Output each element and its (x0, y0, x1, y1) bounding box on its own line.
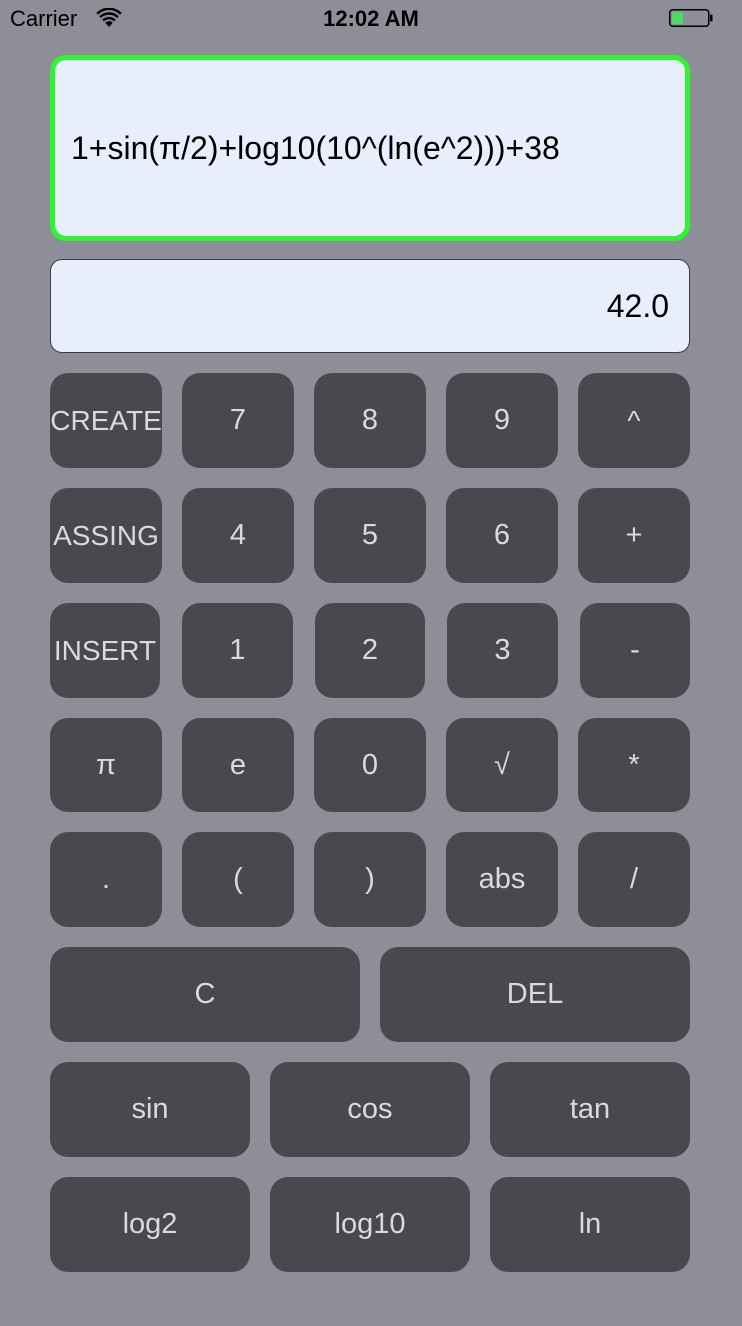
result-text: 42.0 (606, 287, 669, 324)
pi-button[interactable]: π (50, 718, 162, 812)
delete-button[interactable]: DEL (380, 947, 690, 1042)
digit-8-button[interactable]: 8 (314, 373, 426, 468)
expression-field[interactable]: 1+sin(π/2)+log10(10^(ln(e^2)))+38 (50, 55, 690, 241)
status-time: 12:02 AM (323, 6, 419, 31)
log10-button[interactable]: log10 (270, 1177, 470, 1272)
digit-7-button[interactable]: 7 (182, 373, 294, 468)
create-button[interactable]: CREATE (50, 373, 162, 468)
status-bar: Carrier 12:02 AM (0, 0, 742, 40)
sin-button[interactable]: sin (50, 1062, 250, 1157)
assing-button[interactable]: ASSING (50, 488, 162, 583)
sqrt-button[interactable]: √ (446, 718, 558, 812)
insert-button[interactable]: INSERT (50, 603, 160, 698)
tan-button[interactable]: tan (490, 1062, 690, 1157)
close-paren-button[interactable]: ) (314, 832, 426, 927)
abs-button[interactable]: abs (446, 832, 558, 927)
digit-9-button[interactable]: 9 (446, 373, 558, 468)
result-field: 42.0 (50, 259, 690, 353)
plus-button[interactable]: + (578, 488, 690, 583)
decimal-point-button[interactable]: . (50, 832, 162, 927)
power-button[interactable]: ^ (578, 373, 690, 468)
digit-0-button[interactable]: 0 (314, 718, 426, 812)
multiply-button[interactable]: * (578, 718, 690, 812)
digit-1-button[interactable]: 1 (182, 603, 293, 698)
euler-e-button[interactable]: e (182, 718, 294, 812)
expression-text: 1+sin(π/2)+log10(10^(ln(e^2)))+38 (71, 129, 560, 166)
digit-4-button[interactable]: 4 (182, 488, 294, 583)
clear-button[interactable]: C (50, 947, 360, 1042)
log2-button[interactable]: log2 (50, 1177, 250, 1272)
minus-button[interactable]: - (580, 603, 690, 698)
digit-3-button[interactable]: 3 (447, 603, 558, 698)
digit-6-button[interactable]: 6 (446, 488, 558, 583)
digit-5-button[interactable]: 5 (314, 488, 426, 583)
divide-button[interactable]: / (578, 832, 690, 927)
ln-button[interactable]: ln (490, 1177, 690, 1272)
digit-2-button[interactable]: 2 (315, 603, 425, 698)
cos-button[interactable]: cos (270, 1062, 470, 1157)
battery-icon (669, 9, 713, 27)
open-paren-button[interactable]: ( (182, 832, 294, 927)
